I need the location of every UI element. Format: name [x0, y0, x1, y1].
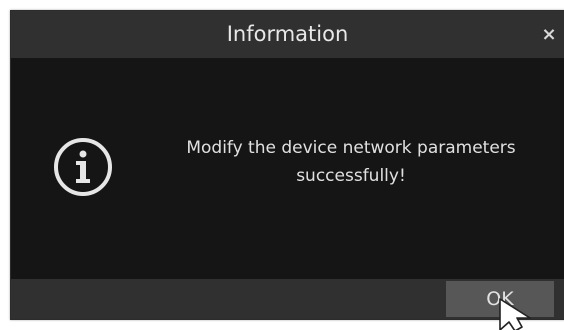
- dialog-message: Modify the device network parameters suc…: [146, 134, 556, 190]
- info-circle-icon: [54, 138, 112, 196]
- dialog-body: Modify the device network parameters suc…: [11, 58, 564, 280]
- close-icon: ×: [541, 24, 557, 45]
- message-line-2: successfully!: [296, 166, 406, 186]
- dialog-footer: OK: [11, 279, 564, 319]
- message-line-1: Modify the device network parameters: [186, 138, 516, 158]
- close-button[interactable]: ×: [536, 11, 562, 58]
- page: Information × Modify the device network …: [0, 0, 564, 330]
- dialog-title: Information: [226, 22, 349, 46]
- mouse-pointer-icon: [499, 298, 531, 330]
- information-dialog: Information × Modify the device network …: [10, 10, 564, 320]
- dialog-titlebar: Information ×: [11, 11, 564, 58]
